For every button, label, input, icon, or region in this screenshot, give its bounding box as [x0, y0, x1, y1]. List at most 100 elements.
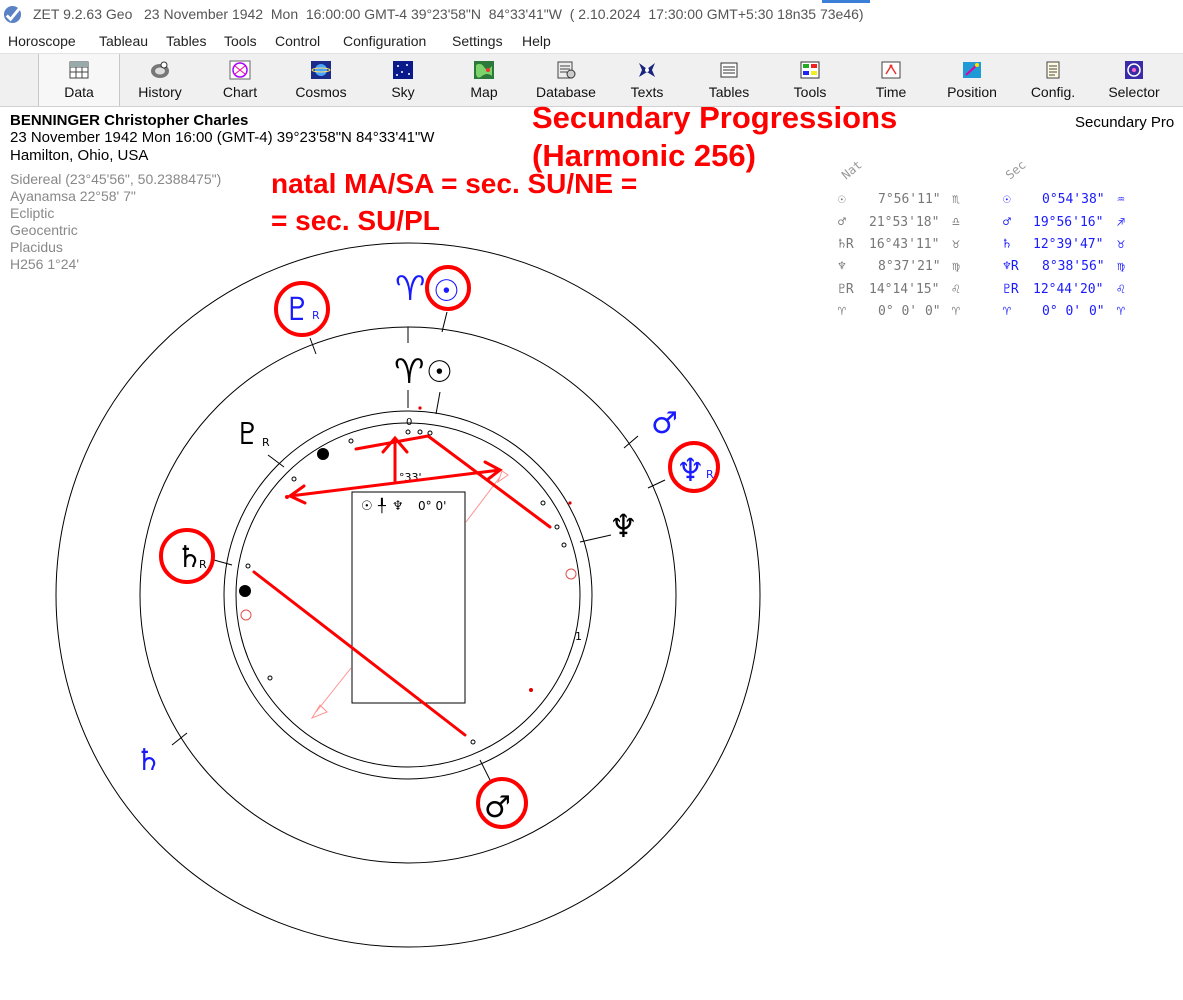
nat-row-value: 8°37'21" [878, 259, 941, 274]
menu-bar: Horoscope Tableau Tables Tools Control C… [0, 30, 1183, 52]
natal-planet-dot [239, 585, 251, 597]
setting-house-system: Placidus [10, 239, 63, 255]
menu-control[interactable]: Control [275, 33, 320, 49]
nat-row-sign: ♏ [952, 192, 960, 207]
sec-mars-glyph: ♂ [651, 406, 678, 441]
toolbar-config-button[interactable]: Config. [1013, 54, 1093, 106]
double-arrow-left-head [287, 484, 307, 505]
sec-row-value: 12°44'20" [1033, 282, 1103, 297]
menu-settings[interactable]: Settings [452, 33, 503, 49]
tick-nat-neptune [579, 534, 612, 543]
toolbar-sky-label: Sky [391, 84, 415, 100]
nat-row-sign: ♌ [952, 282, 960, 297]
info-box-separator: ╀ [377, 497, 386, 514]
ring-point [561, 542, 567, 548]
toolbar-config-label: Config. [1030, 84, 1076, 100]
tick-sec-saturn-outer [171, 732, 188, 746]
sec-sun-glyph: ☉ [433, 274, 460, 309]
toolbar-texts-label: Texts [630, 84, 664, 100]
nat-row-symbol: ♆ [838, 259, 846, 274]
ring-point [291, 476, 297, 482]
toolbar-sky-button[interactable]: Sky [363, 54, 443, 106]
nat-neptune-glyph: ♆ [609, 507, 638, 545]
sec-row-symbol: ♈ [1003, 304, 1011, 319]
toolbar-texts-button[interactable]: Texts [607, 54, 687, 106]
history-disc-icon [151, 61, 169, 78]
info-box-sym1: ☉ [361, 499, 373, 514]
menu-tables[interactable]: Tables [166, 33, 206, 49]
info-box-value: 0° 0' [418, 499, 446, 513]
nat-row-value: 14°14'15" [869, 282, 939, 297]
aspect-info-box [351, 491, 466, 704]
menu-configuration[interactable]: Configuration [343, 33, 426, 49]
toolbar-chart-label: Chart [222, 84, 258, 100]
toolbar-data-label: Data [64, 84, 94, 100]
position-icon [963, 62, 981, 78]
toolbar-cosmos-label: Cosmos [295, 84, 347, 100]
selector-icon [1125, 61, 1143, 79]
ring-point [427, 430, 433, 436]
config-icon [1046, 61, 1060, 79]
toolbar-time-label: Time [875, 84, 907, 100]
pink-arrow [310, 704, 328, 720]
toolbar-database-button[interactable]: Database [526, 54, 606, 106]
highlight-sec-saturn [159, 528, 215, 584]
menu-horoscope[interactable]: Horoscope [8, 33, 76, 49]
nat-row-value: 16°43'11" [869, 237, 939, 252]
sec-row-sign: ♈ [1117, 304, 1125, 319]
toolbar-selector-label: Selector [1108, 84, 1160, 100]
tick-sec-saturn [213, 559, 233, 566]
red-dot [529, 688, 533, 692]
sec-row-sign: ♍ [1117, 259, 1125, 274]
menu-tableau[interactable]: Tableau [99, 33, 148, 49]
sec-row-symbol: ♇R [1003, 282, 1019, 297]
nat-mars-glyph: ♂ [484, 790, 511, 825]
toolbar-map-label: Map [470, 84, 498, 100]
app-logo-icon [3, 5, 22, 24]
toolbar-cosmos-button[interactable]: Cosmos [281, 54, 361, 106]
sky-stars-icon [393, 61, 413, 79]
sec-row-sign: ♉ [1117, 237, 1125, 252]
red-endpoint [285, 495, 289, 499]
nat-row-symbol: ♇R [838, 282, 854, 297]
toolbar-tools-button[interactable]: Tools [770, 54, 850, 106]
red-marker [565, 568, 577, 580]
sec-row-symbol: ♆R [1003, 259, 1019, 274]
tick-nat-pluto [267, 454, 285, 468]
pink-axis-line [465, 476, 501, 523]
menu-help[interactable]: Help [522, 33, 551, 49]
highlight-sec-neptune [668, 441, 720, 493]
tick-sec-neptune [647, 479, 666, 489]
toolbar-chart-button[interactable]: Chart [200, 54, 280, 106]
toolbar-tables-button[interactable]: Tables [689, 54, 769, 106]
toolbar-position-button[interactable]: Position [932, 54, 1012, 106]
inner-ring-inner [235, 422, 581, 768]
ring-point [245, 563, 251, 569]
midpoint-line-top [354, 434, 430, 451]
map-icon [474, 61, 494, 79]
sec-row-sign: ♒ [1117, 192, 1125, 207]
nat-row-sign: ♈ [952, 304, 960, 319]
toolbar-history-button[interactable]: History [120, 54, 200, 106]
toolbar-data-button[interactable]: Data [38, 54, 120, 106]
ring-point [540, 500, 546, 506]
tables-icon [720, 62, 738, 78]
ring-point [470, 739, 476, 745]
ring-point [348, 438, 354, 444]
ring-point [405, 429, 411, 435]
sec-pluto-glyph: ♇ [283, 290, 312, 328]
menu-tools[interactable]: Tools [224, 33, 257, 49]
annotation-formula-line1: natal MA/SA = sec. SU/NE = [271, 168, 638, 199]
sec-aries-glyph: ♈ [395, 269, 425, 309]
pink-arrow [496, 470, 509, 484]
toolbar-tables-label: Tables [708, 84, 750, 100]
nat-row-sign: ♎ [952, 215, 960, 230]
toolbar-selector-button[interactable]: Selector [1094, 54, 1174, 106]
toolbar-time-button[interactable]: Time [851, 54, 931, 106]
texts-icon [639, 63, 655, 77]
ring-point [554, 524, 560, 530]
red-dot [568, 501, 572, 505]
nat-row-sign: ♍ [952, 259, 960, 274]
toolbar-map-button[interactable]: Map [444, 54, 524, 106]
tick-sec-pluto [309, 337, 317, 355]
